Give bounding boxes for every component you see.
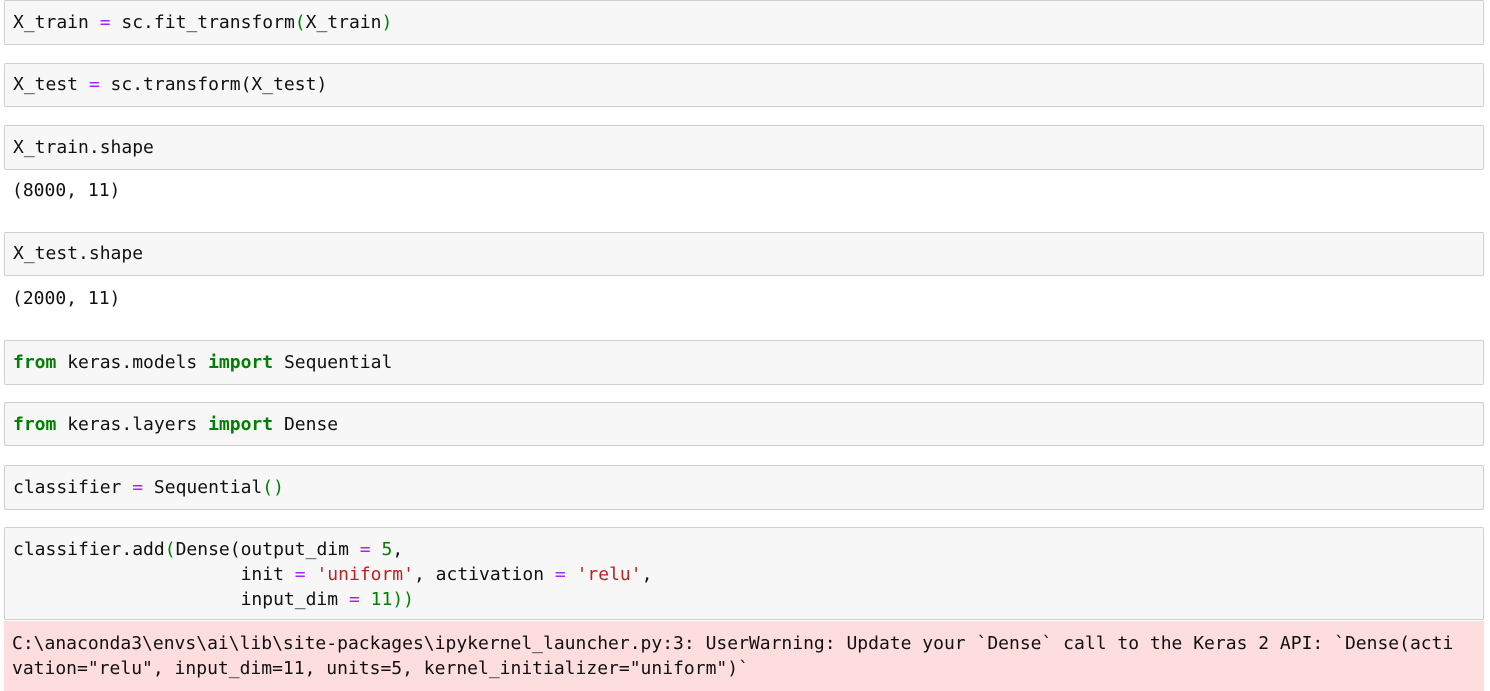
code-token: X_test	[13, 74, 89, 95]
code-line: X_train.shape	[13, 136, 154, 160]
code-cell-8[interactable]: classifier.add(Dense(output_dim = 5, ini…	[4, 527, 1484, 620]
code-token: init	[13, 564, 295, 585]
code-token: 'uniform'	[316, 564, 414, 585]
code-token: Sequential	[273, 352, 393, 373]
code-cell-2[interactable]: X_test = sc.transform(X_test)	[4, 63, 1484, 107]
warning-output: C:\anaconda3\envs\ai\lib\site-packages\i…	[4, 621, 1484, 691]
warning-line: vation="relu", input_dim=11, units=5, ke…	[12, 658, 749, 679]
code-token: sc.fit_transform	[110, 12, 295, 33]
code-token: ()	[262, 477, 284, 498]
code-token: 5	[381, 539, 393, 560]
code-line: input_dim = 11))	[13, 588, 414, 612]
code-token: =	[132, 477, 144, 498]
code-token: input_dim	[13, 589, 349, 610]
code-token: 'relu'	[576, 564, 642, 585]
code-token: from	[13, 352, 57, 373]
code-line: from keras.models import Sequential	[13, 351, 392, 375]
code-cell-6[interactable]: from keras.layers import Dense	[4, 402, 1484, 446]
code-cell-7[interactable]: classifier = Sequential()	[4, 465, 1484, 510]
code-token: ))	[392, 589, 415, 610]
code-cell-5[interactable]: from keras.models import Sequential	[4, 340, 1484, 385]
code-token: Dense(output_dim	[175, 539, 360, 560]
code-token: sc.transform(X_test)	[99, 74, 328, 95]
code-line: X_train = sc.fit_transform(X_train)	[13, 11, 392, 35]
code-cell-4[interactable]: X_test.shape	[4, 232, 1484, 276]
code-token: =	[348, 589, 360, 610]
code-line: from keras.layers import Dense	[13, 413, 338, 437]
cell-output-3: (8000, 11)	[12, 180, 121, 201]
code-line: classifier.add(Dense(output_dim = 5,	[13, 538, 403, 562]
code-line: X_test.shape	[13, 242, 143, 266]
code-token: classifier.add	[13, 539, 165, 560]
code-token: X_test.shape	[13, 243, 144, 264]
code-line: classifier = Sequential()	[13, 476, 284, 500]
code-token: ,	[641, 564, 653, 585]
code-token: ,	[392, 539, 404, 560]
code-token: X_train.shape	[13, 137, 154, 158]
code-token: =	[88, 74, 100, 95]
code-token: Sequential	[143, 477, 263, 498]
code-token: (	[164, 539, 176, 560]
code-token: , activation	[414, 564, 555, 585]
code-token: )	[381, 12, 393, 33]
code-cell-3[interactable]: X_train.shape	[4, 125, 1484, 170]
code-token: Dense	[273, 414, 339, 435]
code-line: init = 'uniform', activation = 'relu',	[13, 563, 653, 587]
code-token: =	[359, 539, 371, 560]
code-token: (	[294, 12, 306, 33]
code-token: keras.layers	[56, 414, 209, 435]
code-token: import	[208, 414, 274, 435]
code-token: classifier	[13, 477, 133, 498]
warning-line: C:\anaconda3\envs\ai\lib\site-packages\i…	[12, 633, 1454, 654]
code-token: =	[99, 12, 111, 33]
code-token: =	[554, 564, 566, 585]
code-cell-1[interactable]: X_train = sc.fit_transform(X_train)	[4, 0, 1484, 45]
code-token: keras.models	[56, 352, 209, 373]
code-token: X_train	[305, 12, 382, 33]
cell-output-4: (2000, 11)	[12, 288, 121, 309]
code-token: import	[208, 352, 274, 373]
code-token: 11	[370, 589, 393, 610]
code-token: =	[294, 564, 306, 585]
code-token: X_train	[13, 12, 100, 33]
code-token: from	[13, 414, 57, 435]
code-line: X_test = sc.transform(X_test)	[13, 73, 327, 97]
